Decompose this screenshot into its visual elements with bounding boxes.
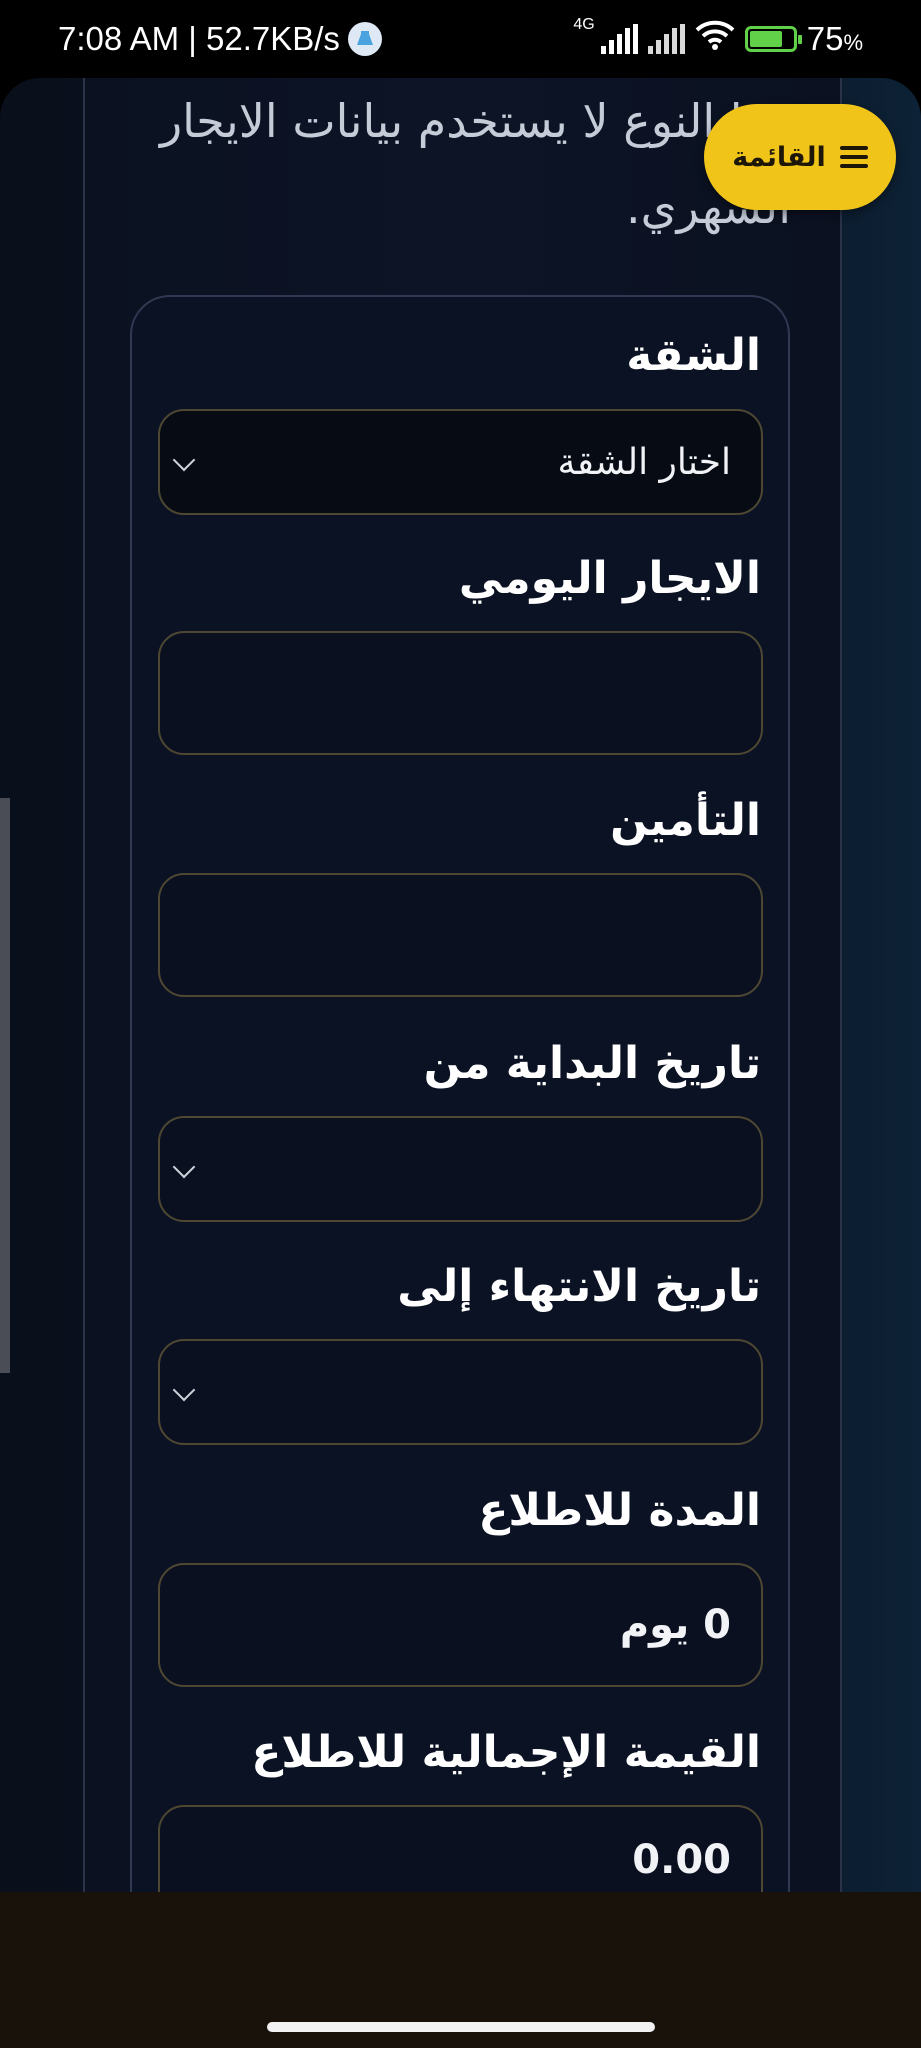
apartment-select[interactable]: اختار الشقة <box>158 409 763 515</box>
apartment-select-value: اختار الشقة <box>557 441 731 483</box>
home-gesture-handle[interactable] <box>267 2022 655 2032</box>
battery-charging-icon <box>744 26 802 52</box>
start-date-label: تاريخ البداية من <box>423 1038 761 1089</box>
hamburger-icon <box>839 146 868 168</box>
total-value: 0.00 <box>632 1837 731 1883</box>
scroll-indicator[interactable] <box>0 798 10 1373</box>
wifi-icon <box>695 20 735 58</box>
menu-button-label: القائمة <box>732 141 826 173</box>
signal-2-icon <box>647 24 685 54</box>
chevron-down-icon <box>172 1155 196 1179</box>
duration-label: المدة للاطلاع <box>478 1485 761 1536</box>
signal-icon <box>600 24 638 54</box>
app-notification-icon <box>347 22 382 56</box>
apartment-label: الشقة <box>626 330 761 381</box>
app-screen: هذا النوع لا يستخدم بيانات الايجار الشهر… <box>0 78 921 1892</box>
status-bar: 7:08 AM | 52.7KB/s 4G 75% <box>0 0 921 78</box>
battery-percent: 75% <box>806 20 863 57</box>
end-date-label: تاريخ الانتهاء إلى <box>397 1261 761 1312</box>
end-date-picker[interactable] <box>158 1339 763 1445</box>
insurance-input[interactable] <box>158 873 763 997</box>
menu-button[interactable]: القائمة <box>704 104 896 210</box>
start-date-picker[interactable] <box>158 1116 763 1222</box>
network-type: 4G <box>573 16 595 33</box>
duration-field: 0 يوم <box>158 1563 763 1687</box>
chevron-down-icon <box>172 448 196 472</box>
duration-value: 0 يوم <box>619 1602 731 1648</box>
daily-rent-label: الايجار اليومي <box>458 553 761 604</box>
daily-rent-input[interactable] <box>158 631 763 755</box>
status-time-speed: 7:08 AM | 52.7KB/s <box>58 20 340 57</box>
total-value-field: 0.00 <box>158 1805 763 1892</box>
insurance-label: التأمين <box>610 795 761 846</box>
chevron-down-icon <box>172 1378 196 1402</box>
total-value-label: القيمة الإجمالية للاطلاع <box>251 1727 761 1778</box>
intro-text: هذا النوع لا يستخدم بيانات الايجار الشهر… <box>159 94 791 234</box>
